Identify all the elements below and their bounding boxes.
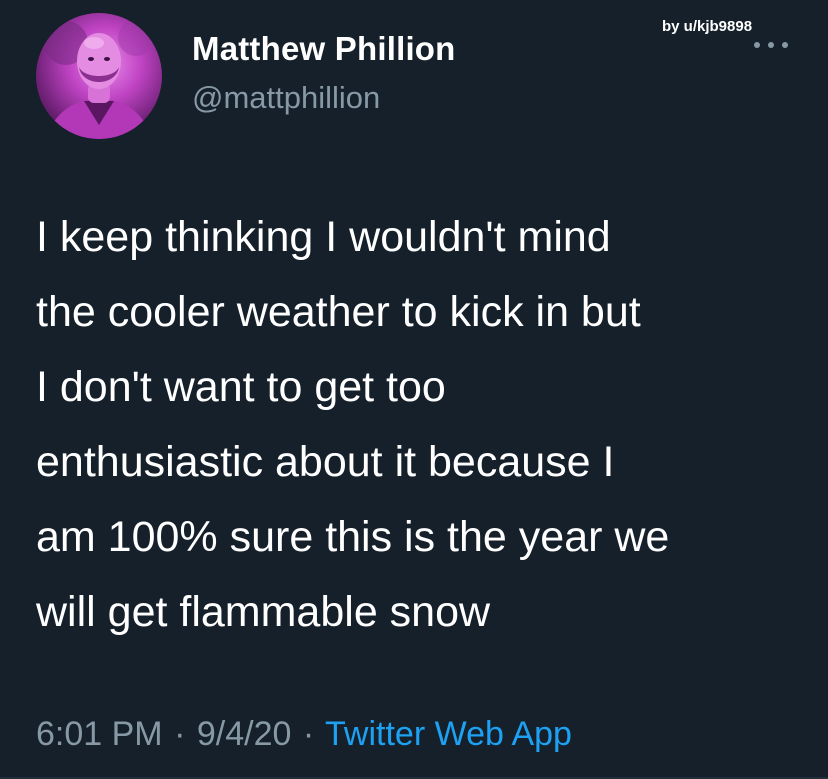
more-options-icon[interactable] — [752, 34, 792, 54]
tweet-time[interactable]: 6:01 PM — [36, 715, 163, 753]
tweet-text-line: will get flammable snow — [36, 588, 491, 636]
tweet-text-line: enthusiastic about it because I — [36, 438, 615, 486]
author-name[interactable]: Matthew Phillion — [192, 30, 456, 68]
tweet-text-line: I keep thinking I wouldn't mind — [36, 213, 611, 261]
avatar[interactable] — [36, 13, 162, 139]
tweet-text-line: I don't want to get too — [36, 363, 446, 411]
tweet-metadata: 6:01 PM · 9/4/20 · Twitter Web App — [36, 715, 572, 754]
watermark-text: by u/kjb9898 — [662, 18, 753, 35]
tweet-date[interactable]: 9/4/20 — [197, 715, 292, 753]
separator-dot: · — [174, 715, 186, 753]
separator-dot: · — [302, 715, 315, 753]
tweet-text-line: the cooler weather to kick in but — [36, 288, 641, 336]
tweet-card: Matthew Phillion @mattphillion by u/kjb9… — [0, 0, 828, 779]
source-app-link[interactable]: Twitter Web App — [325, 715, 572, 753]
tweet-text-line: am 100% sure this is the year we — [36, 513, 670, 561]
tweet-text: I keep thinking I wouldn't mind the cool… — [36, 200, 806, 650]
avatar-photo-icon — [44, 20, 154, 139]
author-handle[interactable]: @mattphillion — [192, 80, 380, 116]
